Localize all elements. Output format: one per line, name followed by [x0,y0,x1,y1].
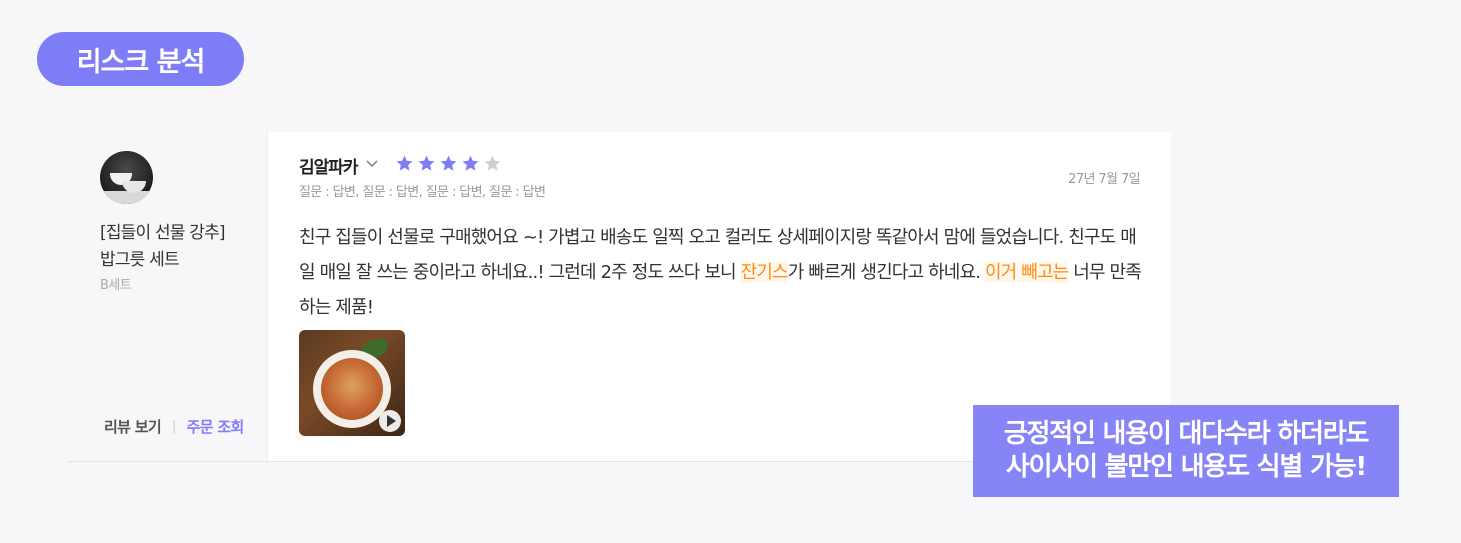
highlight-except: 이거 빼고는 [984,262,1069,283]
link-separator: | [171,419,176,434]
star-empty-icon [484,155,501,171]
insight-callout: 긍정적인 내용이 대다수라 하더라도 사이사이 불만인 내용도 식별 가능! [973,405,1399,497]
product-thumbnail[interactable] [100,151,153,204]
star-rating [395,154,502,173]
star-filled-icon [396,155,413,171]
highlight-scratch: 잔기스 [740,262,789,283]
risk-analysis-badge: 리스크 분석 [37,32,244,86]
review-text: 친구 집들이 선물로 구매했어요 ~! 가볍고 배송도 일찍 오고 컬러도 상세… [299,220,1149,325]
view-review-link[interactable]: 리뷰 보기 [104,416,162,437]
product-option: B세트 [100,278,132,293]
order-lookup-link[interactable]: 주문 조회 [187,416,245,437]
callout-line1: 긍정적인 내용이 대다수라 하더라도 [1003,419,1370,449]
star-filled-icon [440,155,457,171]
star-filled-icon [462,155,479,171]
product-name-line2: 밥그릇 세트 [100,250,180,270]
play-icon[interactable] [379,410,401,432]
review-actions: 리뷰 보기 | 주문 조회 [104,416,244,437]
qa-summary: 질문 : 답변, 질문 : 답변, 질문 : 답변, 질문 : 답변 [299,185,546,200]
star-filled-icon [418,155,435,171]
review-media-thumbnail[interactable] [299,330,405,436]
callout-line2: 사이사이 불만인 내용도 식별 가능! [1005,452,1367,482]
review-text-part2: 가 빠르게 생긴다고 하네요. [787,262,985,283]
review-date: 27년 7월 7일 [1068,172,1140,187]
product-name-line1: [집들이 선물 강추] [100,223,226,243]
chevron-down-icon[interactable] [365,157,379,171]
product-name: [집들이 선물 강추] 밥그릇 세트 [100,220,226,274]
review-author[interactable]: 김알파카 [299,153,359,178]
product-info-column: [집들이 선물 강추] 밥그릇 세트 B세트 리뷰 보기 | 주문 조회 [68,132,267,461]
